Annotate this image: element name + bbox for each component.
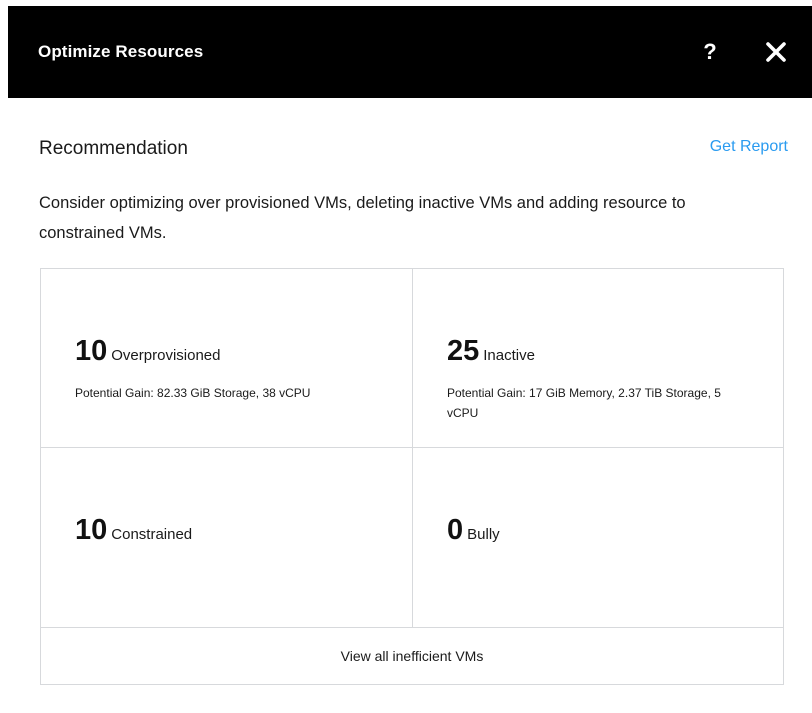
recommendation-heading: Recommendation bbox=[39, 138, 188, 159]
overprovisioned-label: Overprovisioned bbox=[111, 347, 221, 364]
inactive-potential-gain: Potential Gain: 17 GiB Memory, 2.37 TiB … bbox=[447, 386, 721, 420]
bully-label: Bully bbox=[467, 526, 500, 543]
inactive-stat: 25 Inactive bbox=[447, 335, 535, 368]
inactive-label: Inactive bbox=[483, 347, 535, 364]
constrained-stat: 10 Constrained bbox=[75, 514, 192, 547]
bully-stat: 0 Bully bbox=[447, 514, 500, 547]
bully-count: 0 bbox=[447, 514, 464, 546]
inactive-card[interactable]: 25 Inactive Potential Gain: 17 GiB Memory… bbox=[413, 269, 783, 448]
question-mark-icon[interactable]: ? bbox=[698, 38, 722, 66]
get-report-link[interactable]: Get Report bbox=[710, 137, 788, 157]
constrained-label: Constrained bbox=[111, 526, 193, 543]
close-icon[interactable] bbox=[764, 40, 788, 64]
inactive-count: 25 bbox=[447, 335, 480, 367]
bully-card[interactable]: 0 Bully bbox=[413, 448, 783, 628]
dialog-title: Optimize Resources bbox=[38, 42, 204, 61]
view-all-inefficient-vms-link[interactable]: View all inefficient VMs bbox=[41, 628, 783, 684]
overprovisioned-potential-gain: Potential Gain: 82.33 GiB Storage, 38 vC… bbox=[75, 386, 311, 400]
overprovisioned-count: 10 bbox=[75, 335, 108, 367]
dialog-header: Optimize Resources ? bbox=[8, 6, 812, 98]
overprovisioned-card[interactable]: 10 Overprovisioned Potential Gain: 82.33 … bbox=[41, 269, 413, 448]
close-icon-glyph bbox=[766, 42, 786, 62]
recommendation-description: Consider optimizing over provisioned VMs… bbox=[39, 194, 686, 242]
constrained-count: 10 bbox=[75, 514, 108, 546]
constrained-card[interactable]: 10 Constrained bbox=[41, 448, 413, 628]
vm-efficiency-grid: 10 Overprovisioned Potential Gain: 82.33 … bbox=[40, 268, 784, 685]
overprovisioned-stat: 10 Overprovisioned bbox=[75, 335, 220, 368]
optimize-resources-dialog: Optimize Resources ? Recommendation Get … bbox=[8, 0, 812, 713]
